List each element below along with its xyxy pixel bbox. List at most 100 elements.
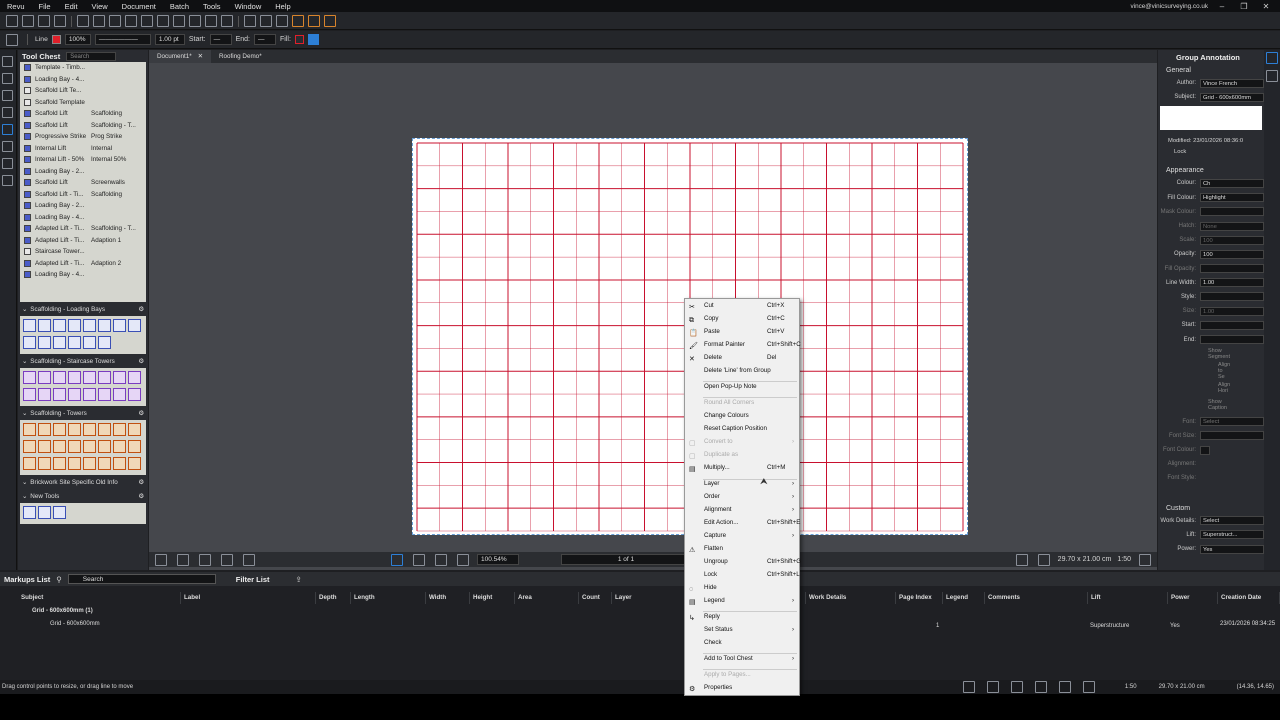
theme-icon[interactable] [1015, 553, 1028, 566]
column-header[interactable]: Page Index [896, 592, 943, 604]
tool-thumbnail-icon[interactable] [53, 440, 66, 453]
tool-item[interactable]: Scaffold Lift - Ti... Scaffolding [20, 189, 146, 201]
menu-item-reset-caption-position[interactable]: Reset Caption Position [685, 423, 801, 435]
tool-thumbnail-icon[interactable] [113, 388, 126, 401]
menu-item-reply[interactable]: ↳ Reply [685, 611, 801, 623]
tool-thumbnail-icon[interactable] [38, 319, 51, 332]
section-settings-icon[interactable]: ⚙ [138, 410, 144, 417]
show-segment-checkbox[interactable]: Show Segment [1158, 347, 1264, 361]
property-field[interactable] [1200, 264, 1264, 274]
tool-thumbnail-icon[interactable] [23, 423, 36, 436]
menu-item-legend[interactable]: ▤ Legend › [685, 595, 801, 607]
menu-item-lock[interactable]: Lock Ctrl+Shift+L [685, 569, 801, 581]
tool-thumbnail-icon[interactable] [68, 457, 81, 470]
tool-thumbnail-icon[interactable] [38, 506, 51, 519]
tool-item[interactable]: Scaffold Lift Scaffolding [20, 108, 146, 120]
tool-thumbnail-icon[interactable] [128, 457, 141, 470]
tool-section-header[interactable]: ⌄ Scaffolding - Loading Bays ⚙ [18, 302, 148, 316]
tool-chest-icon[interactable] [2, 124, 13, 135]
tool-thumbnail-icon[interactable] [53, 388, 66, 401]
menu-tools[interactable]: Tools [196, 2, 228, 11]
hand-tool-icon[interactable] [391, 553, 403, 566]
tool-thumbnail-icon[interactable] [113, 440, 126, 453]
menu-item-hide[interactable]: ◌ Hide [685, 582, 801, 594]
tool-thumbnail-icon[interactable] [98, 423, 111, 436]
tool-thumbnail-icon[interactable] [83, 388, 96, 401]
tool-thumbnail-icon[interactable] [53, 336, 66, 349]
column-header[interactable]: Width [426, 592, 470, 604]
menu-item-edit-action[interactable]: Edit Action... Ctrl+Shift+E [685, 517, 801, 529]
pan-icon[interactable] [243, 553, 255, 566]
column-header[interactable]: Power [1168, 592, 1218, 604]
tool-thumbnail-icon[interactable] [68, 423, 81, 436]
tool-thumbnail-icon[interactable] [83, 336, 96, 349]
column-header[interactable]: Comments [985, 592, 1088, 604]
tool-section-header[interactable]: ⌄ New Tools ⚙ [18, 489, 148, 503]
tool-thumbnail-icon[interactable] [113, 457, 126, 470]
close-icon[interactable]: ✕ [1258, 2, 1274, 11]
highlighter-icon[interactable] [221, 15, 233, 27]
property-field[interactable]: 100 [1200, 249, 1264, 259]
tool-thumbnail-icon[interactable] [98, 371, 111, 384]
layers-icon[interactable] [2, 107, 13, 118]
section-settings-icon[interactable]: ⚙ [138, 479, 144, 486]
properties-tab-icon[interactable] [2, 158, 13, 169]
tab-roofing-demo[interactable]: Roofing Demo* [211, 50, 270, 63]
settings-icon[interactable] [1037, 553, 1050, 566]
tool-thumbnail-icon[interactable] [68, 371, 81, 384]
power-field[interactable]: Yes [1200, 544, 1264, 554]
property-field[interactable]: 1.00 [1200, 278, 1264, 288]
tool-thumbnail-icon[interactable] [38, 440, 51, 453]
menu-batch[interactable]: Batch [163, 2, 196, 11]
ellipse-icon[interactable] [125, 15, 137, 27]
tool-thumbnail-icon[interactable] [83, 457, 96, 470]
section-settings-icon[interactable]: ⚙ [138, 306, 144, 313]
tool-item[interactable]: Template - Timb... [20, 62, 146, 74]
arrow-icon[interactable] [54, 15, 66, 27]
tool-thumbnail-icon[interactable] [23, 371, 36, 384]
line-width-field[interactable]: 1.00 pt [154, 34, 185, 45]
column-header[interactable]: Legend [943, 592, 985, 604]
tool-thumbnail-icon[interactable] [83, 440, 96, 453]
file-access-icon[interactable] [2, 90, 13, 101]
sync-icon[interactable] [221, 553, 233, 566]
tool-thumbnail-icon[interactable] [53, 506, 66, 519]
tool-item[interactable]: Scaffold Lift Screenwalls [20, 177, 146, 189]
panel-icon[interactable] [1266, 70, 1278, 82]
column-header[interactable]: Work Details [806, 592, 896, 604]
help-icon[interactable] [1139, 553, 1151, 566]
measure-length-icon[interactable] [276, 15, 288, 27]
section-general[interactable]: General [1158, 64, 1264, 76]
column-header[interactable]: Height [470, 592, 515, 604]
tool-thumbnail-icon[interactable] [113, 423, 126, 436]
font-colour-field[interactable] [1200, 445, 1210, 455]
polygon-icon[interactable] [93, 15, 105, 27]
start-dropdown[interactable]: — [209, 34, 232, 45]
tool-thumbnail-icon[interactable] [83, 423, 96, 436]
tool-thumbnail-icon[interactable] [23, 388, 36, 401]
menu-item-properties[interactable]: ⚙ Properties [685, 682, 801, 694]
menu-help[interactable]: Help [268, 2, 297, 11]
column-header[interactable]: Creation Date [1218, 592, 1280, 604]
user-account[interactable]: vince@vinicsurveying.co.uk [1131, 3, 1208, 10]
tool-item[interactable]: Adapted Lift - Ti... Adaption 2 [20, 258, 146, 270]
tool-thumbnail-icon[interactable] [38, 371, 51, 384]
page-field[interactable]: 1 of 1 [561, 554, 691, 565]
tool-thumbnail-icon[interactable] [38, 388, 51, 401]
section-settings-icon[interactable]: ⚙ [138, 493, 144, 500]
snap-markup-icon[interactable] [1034, 681, 1047, 693]
menu-item-set-status[interactable]: Set Status › [685, 624, 801, 636]
tool-thumbnail-icon[interactable] [23, 440, 36, 453]
tool-item[interactable]: Loading Bay - 4... [20, 212, 146, 224]
author-field[interactable]: Vince French [1200, 78, 1264, 88]
select-icon[interactable] [22, 15, 34, 27]
zoom-icon[interactable] [457, 553, 469, 566]
menu-view[interactable]: View [85, 2, 115, 11]
line-style-dropdown[interactable]: —————— [94, 34, 151, 45]
measure-area-icon[interactable] [292, 15, 304, 27]
eraser-icon[interactable] [244, 15, 256, 27]
menu-item-delete-line-from-group[interactable]: Delete 'Line' from Group [685, 365, 801, 377]
shape-icon[interactable] [260, 15, 272, 27]
tool-item[interactable]: Loading Bay - 2... [20, 200, 146, 212]
refresh-icon[interactable] [6, 15, 18, 27]
